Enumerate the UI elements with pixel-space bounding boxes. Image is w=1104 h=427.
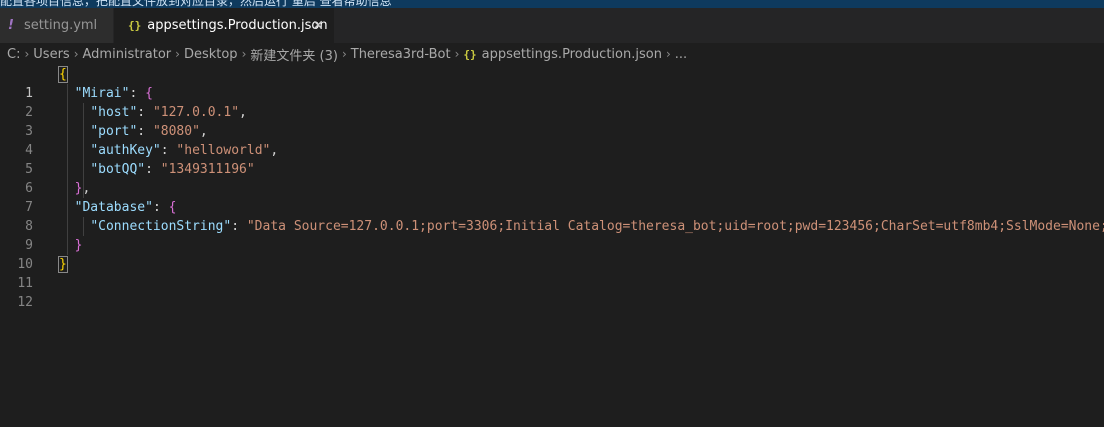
code-line: 7 }, [0, 179, 1104, 215]
top-strip: 配置各项目信息，把配置文件放到对应目录，然后运行 重启 查看帮助信息 [0, 0, 1104, 8]
breadcrumb-item[interactable]: Users [33, 47, 69, 62]
chevron-right-icon: › [73, 47, 79, 61]
breadcrumb: C: › Users › Administrator › Desktop › 新… [0, 43, 1104, 65]
tab-label: setting.yml [24, 18, 98, 33]
breadcrumb-item[interactable]: 新建文件夹 (3) [250, 45, 338, 64]
close-icon[interactable]: ✕ [312, 18, 324, 34]
tab-bar: ! setting.yml {} appsettings.Production.… [0, 8, 1104, 43]
chevron-right-icon: › [24, 47, 30, 61]
chevron-right-icon: › [175, 47, 180, 61]
tab-setting-yml[interactable]: ! setting.yml [0, 8, 114, 43]
breadcrumb-item[interactable]: ... [675, 47, 687, 62]
json-file-icon: {} [463, 47, 477, 61]
code-line: 12 [0, 274, 1104, 310]
code-editor[interactable]: 1 { 2 "Mirai": { 3 "host": "127.0.0.1", … [0, 65, 1104, 427]
code-line: 4 "port": "8080", [0, 122, 1104, 158]
chevron-right-icon: › [341, 47, 347, 61]
code-line: 1 { [0, 65, 1104, 101]
tab-appsettings-production-json[interactable]: {} appsettings.Production.json ✕ [114, 8, 334, 43]
yaml-file-icon: ! [8, 18, 14, 33]
chevron-right-icon: › [665, 47, 671, 61]
top-strip-text: 配置各项目信息，把配置文件放到对应目录，然后运行 重启 查看帮助信息 [0, 0, 392, 8]
code-line: 9 "ConnectionString": "Data Source=127.0… [0, 217, 1104, 253]
code-line: 3 "host": "127.0.0.1", [0, 103, 1104, 139]
json-file-icon: {} [128, 19, 142, 32]
breadcrumb-item[interactable]: C: [7, 47, 20, 62]
code-line: 6 "botQQ": "1349311196" [0, 160, 1104, 196]
breadcrumb-item[interactable]: Theresa3rd-Bot [351, 47, 451, 62]
line-number: 12 [17, 295, 33, 310]
breadcrumb-item[interactable]: appsettings.Production.json [482, 47, 662, 62]
chevron-right-icon: › [241, 47, 247, 61]
code-line: 8 "Database": { [0, 198, 1104, 234]
breadcrumb-item[interactable]: Administrator [83, 47, 172, 62]
breadcrumb-item[interactable]: Desktop [184, 47, 238, 62]
code-line: 11 } [0, 255, 1104, 291]
code-line: 10 } [0, 236, 1104, 272]
code-line: 2 "Mirai": { [0, 84, 1104, 120]
code-line: 5 "authKey": "helloworld", [0, 141, 1104, 177]
chevron-right-icon: › [454, 47, 460, 61]
tab-label: appsettings.Production.json [147, 18, 328, 33]
